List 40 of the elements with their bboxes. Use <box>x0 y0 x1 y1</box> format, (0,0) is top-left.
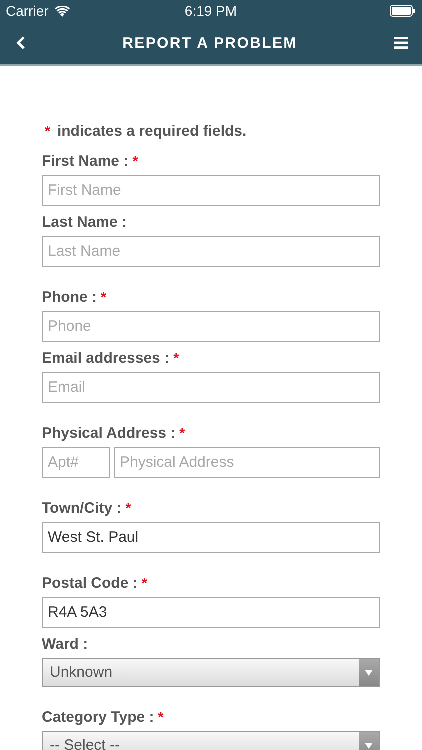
field-label: Category Type : <box>42 709 154 726</box>
text-field[interactable]: First Name <box>42 175 380 206</box>
field-label: Postal Code : <box>42 575 138 592</box>
dropdown-field[interactable]: -- Select -- <box>42 731 380 750</box>
text-field[interactable]: Last Name <box>42 236 380 267</box>
dropdown-value: -- Select -- <box>49 736 122 750</box>
apartment-field[interactable]: Apt# <box>42 447 110 478</box>
required-asterisk: * <box>45 123 50 139</box>
field-label: Last Name : <box>42 214 128 231</box>
dropdown-button[interactable] <box>359 659 379 686</box>
text-field[interactable]: R4A 5A3 <box>42 597 380 628</box>
battery-icon <box>390 5 416 17</box>
required-note: indicates a required fields. <box>57 123 247 140</box>
required-asterisk: * <box>142 575 148 591</box>
required-asterisk: * <box>158 709 164 725</box>
field-label: Town/City : <box>42 500 122 517</box>
caret-icon <box>365 742 373 748</box>
dropdown-field[interactable]: Unknown <box>42 658 380 687</box>
required-asterisk: * <box>180 425 186 441</box>
required-asterisk: * <box>174 350 180 366</box>
text-field[interactable]: Email <box>42 372 380 403</box>
text-field[interactable]: Phone <box>42 311 380 342</box>
menu-icon[interactable] <box>394 37 408 49</box>
dropdown-value: Unknown <box>49 663 114 683</box>
address-field[interactable]: Physical Address <box>114 447 380 478</box>
field-label: Phone : <box>42 289 97 306</box>
field-label: Ward : <box>42 636 88 653</box>
page-title: REPORT A PROBLEM <box>122 34 298 52</box>
carrier-label: Carrier <box>6 3 49 19</box>
back-icon[interactable] <box>16 36 26 50</box>
caret-icon <box>365 670 373 676</box>
required-asterisk: * <box>132 153 138 169</box>
text-field[interactable]: West St. Paul <box>42 522 380 553</box>
field-label: Physical Address : <box>42 425 176 442</box>
field-label: Email addresses : <box>42 350 170 367</box>
clock-time: 6:19 PM <box>184 3 238 19</box>
field-label: First Name : <box>42 153 129 170</box>
wifi-icon <box>54 6 70 16</box>
required-asterisk: * <box>126 500 132 516</box>
required-asterisk: * <box>101 289 106 305</box>
